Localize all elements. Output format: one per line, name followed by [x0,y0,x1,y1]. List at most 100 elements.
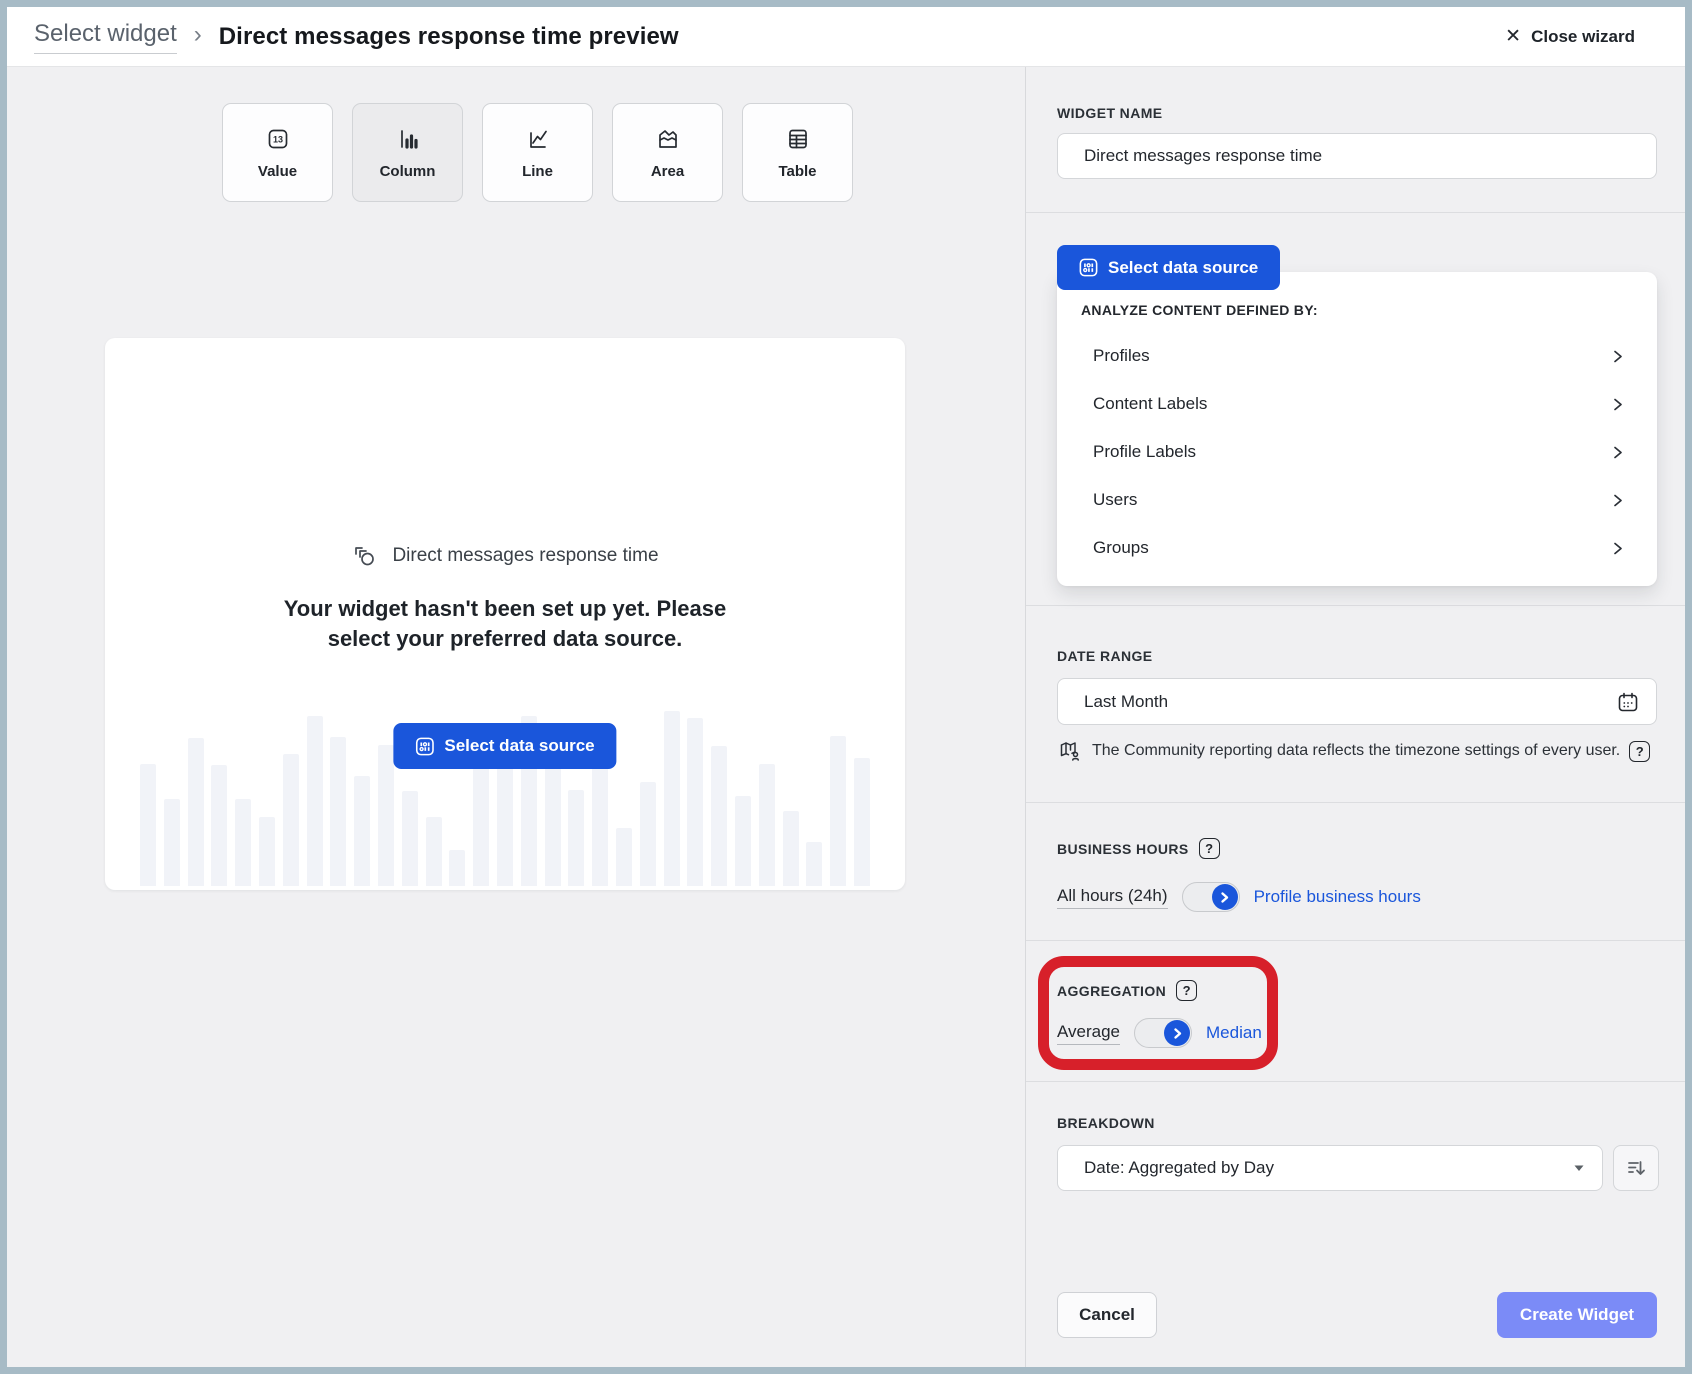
aggregation-highlight-annotation [1038,956,1278,1070]
placeholder-bar [473,768,489,886]
placeholder-bar [664,711,680,886]
help-icon[interactable]: ? [1629,741,1650,762]
close-icon: ✕ [1505,27,1521,46]
business-hours-toggle[interactable] [1182,882,1240,912]
breadcrumb: Select widget › Direct messages response… [34,20,679,54]
area-chart-icon [655,126,681,152]
preview-empty-heading: Your widget hasn't been set up yet. Plea… [280,594,730,654]
option-label: Profile Labels [1093,442,1196,462]
line-chart-icon [525,126,551,152]
widget-type-label: Area [651,163,684,180]
placeholder-bar [283,754,299,886]
placeholder-bar [188,738,204,886]
preview-widget-title: Direct messages response time [392,545,658,567]
value-icon: 13 [265,126,291,152]
widget-type-line[interactable]: Line [482,103,593,202]
close-wizard-button[interactable]: ✕ Close wizard [1505,27,1635,47]
timezone-note-text: The Community reporting data reflects th… [1092,742,1620,760]
sort-descending-icon [1624,1156,1648,1180]
placeholder-bar [830,736,846,886]
business-hours-header: BUSINESS HOURS ? [1057,838,1220,859]
breakdown-select[interactable]: Date: Aggregated by Day [1057,1145,1603,1191]
placeholder-bar [759,764,775,886]
data-source-option-profiles[interactable]: Profiles [1081,332,1635,380]
business-hours-label: BUSINESS HOURS [1057,841,1189,857]
table-icon [785,126,811,152]
widget-type-label: Value [258,163,297,180]
placeholder-bar [211,765,227,886]
preview-title-row: Direct messages response time [105,542,905,570]
placeholder-bar [307,716,323,886]
calendar-icon [1616,690,1640,714]
create-widget-button[interactable]: Create Widget [1497,1292,1657,1338]
close-wizard-label: Close wizard [1531,27,1635,47]
placeholder-bar [330,737,346,886]
placeholder-bar [806,842,822,886]
widget-type-table[interactable]: Table [742,103,853,202]
help-icon[interactable]: ? [1199,838,1220,859]
data-source-option-groups[interactable]: Groups [1081,524,1635,572]
widget-icon [351,542,379,570]
data-source-option-users[interactable]: Users [1081,476,1635,524]
widget-type-label: Table [778,163,816,180]
chevron-right-icon [1608,347,1627,366]
widget-type-column[interactable]: Column [352,103,463,202]
aggregation-label: AGGREGATION [1057,983,1166,999]
average-label[interactable]: Average [1057,1022,1120,1045]
widget-preview-card: Direct messages response time Your widge… [105,338,905,890]
wizard-window: Select widget › Direct messages response… [0,0,1692,1374]
select-data-source-label: Select data source [444,736,594,756]
median-label[interactable]: Median [1206,1023,1262,1043]
widget-name-label: WIDGET NAME [1057,105,1163,121]
option-label: Content Labels [1093,394,1207,414]
chevron-right-icon [1608,539,1627,558]
toggle-knob [1164,1020,1190,1046]
svg-text:13: 13 [272,134,282,144]
placeholder-bar [616,828,632,886]
panel-divider [1025,67,1026,1367]
option-label: Profiles [1093,346,1150,366]
widget-type-label: Column [380,163,436,180]
placeholder-bar [140,764,156,886]
business-hours-toggle-row: All hours (24h) Profile business hours [1057,882,1421,912]
date-range-label: DATE RANGE [1057,648,1153,664]
cancel-button[interactable]: Cancel [1057,1292,1157,1338]
section-divider [1026,802,1685,803]
data-source-dropdown: ANALYZE CONTENT DEFINED BY: Profiles Con… [1057,272,1657,586]
select-data-source-label: Select data source [1108,258,1258,278]
placeholder-bar [378,745,394,886]
placeholder-bar [783,811,799,886]
section-divider [1026,605,1685,606]
all-hours-label[interactable]: All hours (24h) [1057,886,1168,909]
aggregation-toggle[interactable] [1134,1018,1192,1048]
select-data-source-button[interactable]: Select data source [393,723,616,769]
data-source-option-profile-labels[interactable]: Profile Labels [1081,428,1635,476]
widget-name-input[interactable] [1057,133,1657,179]
timezone-note: The Community reporting data reflects th… [1057,738,1657,764]
widget-type-area[interactable]: Area [612,103,723,202]
chevron-right-icon [1218,891,1231,904]
placeholder-bar [735,796,751,886]
widget-type-value[interactable]: 13 Value [222,103,333,202]
profile-business-hours-link[interactable]: Profile business hours [1254,887,1421,907]
breadcrumb-select-widget[interactable]: Select widget [34,20,177,54]
widget-type-selector: 13 Value Column Line Area [222,103,853,202]
placeholder-bar [711,746,727,886]
select-data-source-button[interactable]: Select data source [1057,245,1280,290]
column-chart-icon [395,126,421,152]
chevron-right-icon [1608,395,1627,414]
widget-type-label: Line [522,163,553,180]
sort-order-button[interactable] [1613,1145,1659,1191]
date-range-select[interactable]: Last Month [1057,678,1657,725]
section-divider [1026,1081,1685,1082]
placeholder-bar [640,782,656,886]
data-source-option-content-labels[interactable]: Content Labels [1081,380,1635,428]
data-source-icon [415,737,434,756]
chevron-right-icon [1608,491,1627,510]
breadcrumb-separator-icon: › [194,21,202,52]
page-title: Direct messages response time preview [219,23,679,51]
section-divider [1026,212,1685,213]
option-label: Users [1093,490,1137,510]
help-icon[interactable]: ? [1176,980,1197,1001]
caret-down-icon [1572,1161,1586,1175]
